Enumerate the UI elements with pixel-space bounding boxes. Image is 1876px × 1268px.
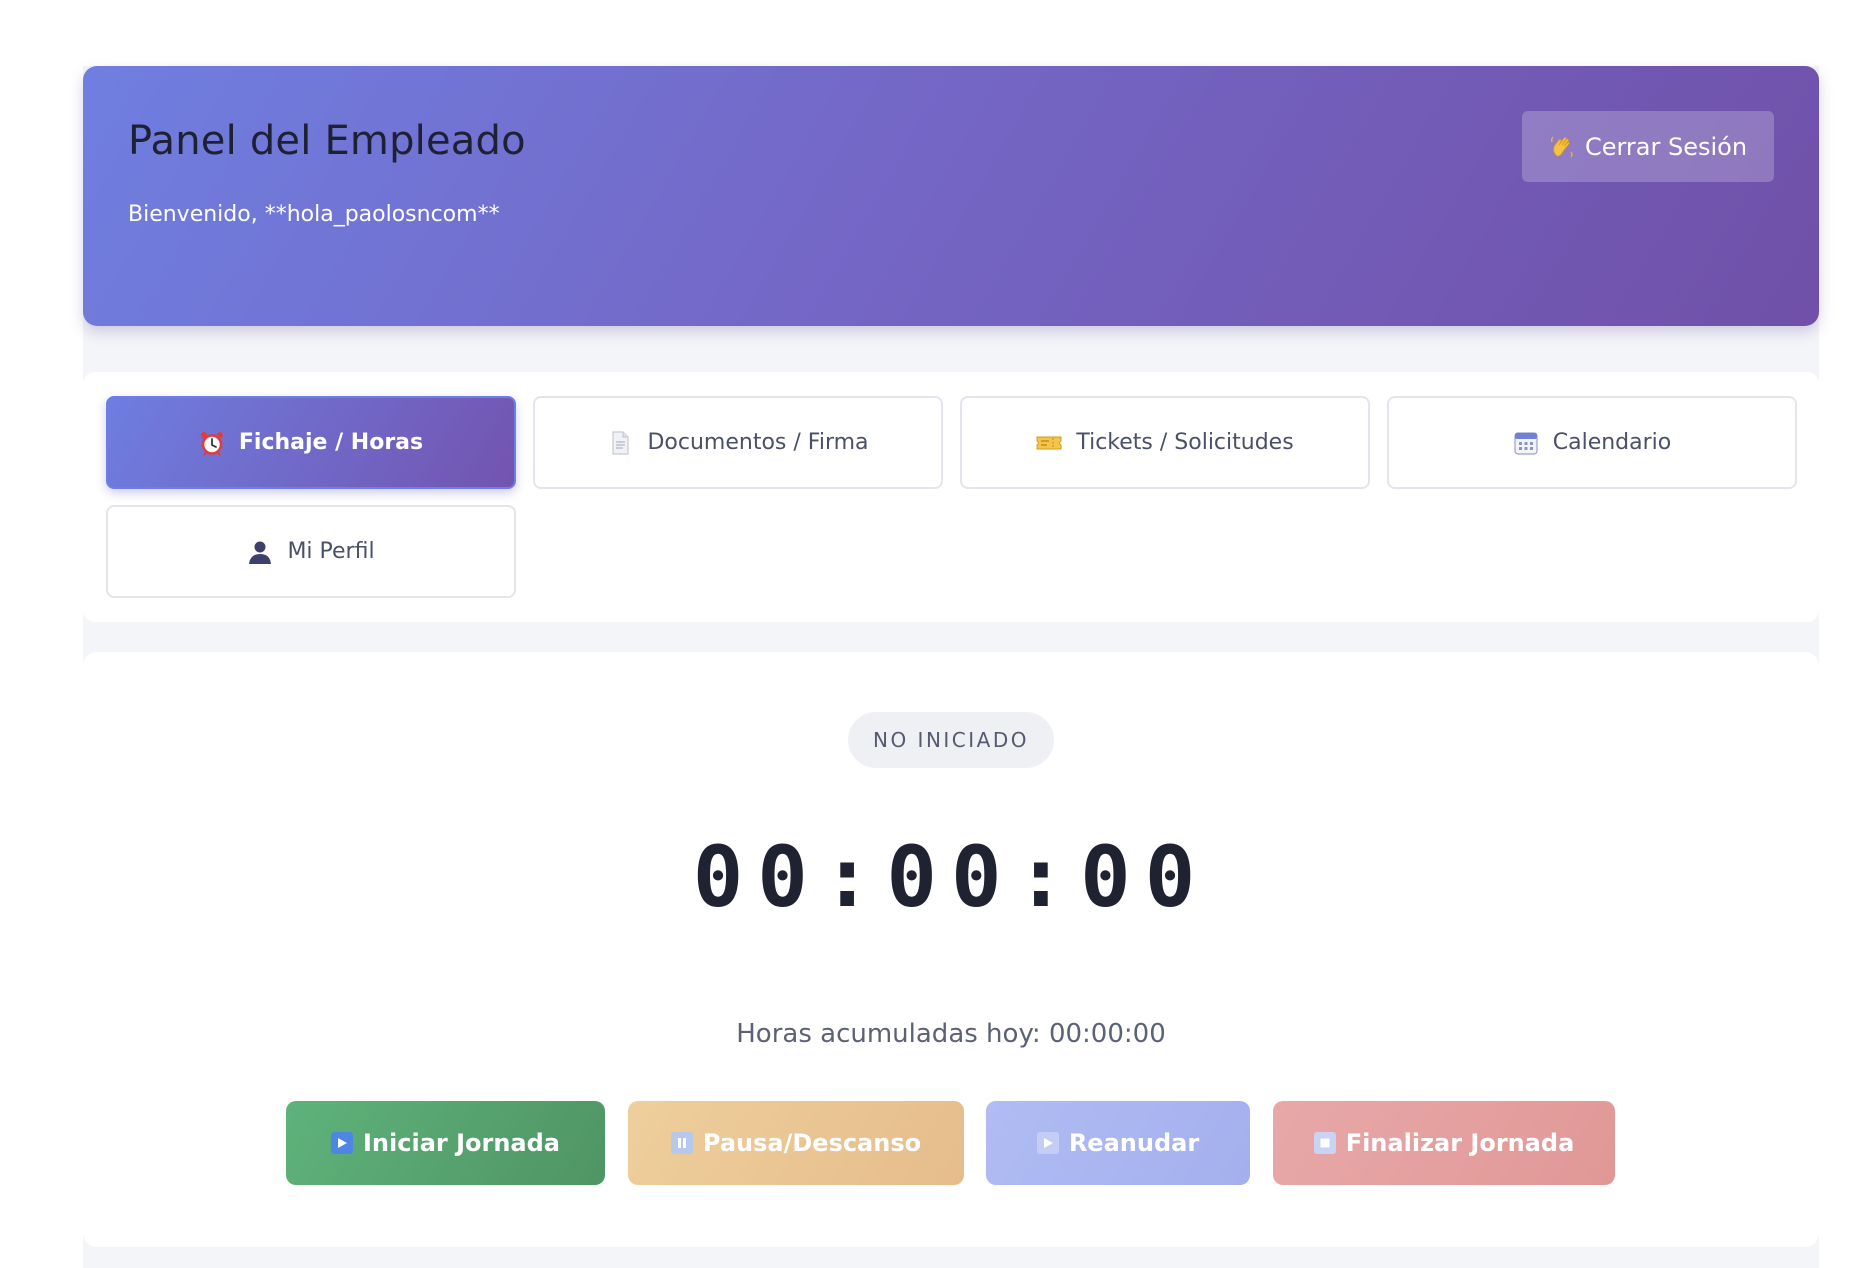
pause-icon xyxy=(670,1132,693,1154)
play-icon xyxy=(1036,1132,1059,1154)
logout-label: Cerrar Sesión xyxy=(1584,132,1748,161)
start-shift-label: Iniciar Jornada xyxy=(363,1129,560,1157)
user-silhouette-icon xyxy=(247,539,273,565)
document-icon xyxy=(607,430,633,456)
section-tabs: Fichaje / Horas Documentos / Firma Ticke… xyxy=(83,372,1819,622)
pause-break-button[interactable]: Pausa/Descanso xyxy=(628,1101,964,1185)
tab-label: Fichaje / Horas xyxy=(238,430,424,455)
tab-fichaje-horas[interactable]: Fichaje / Horas xyxy=(106,396,516,489)
finish-shift-label: Finalizar Jornada xyxy=(1345,1129,1575,1157)
tab-label: Mi Perfil xyxy=(287,539,375,564)
tab-label: Calendario xyxy=(1552,430,1672,455)
tab-calendario[interactable]: Calendario xyxy=(1387,396,1797,489)
calendar-icon xyxy=(1513,430,1539,456)
tab-documentos-firma[interactable]: Documentos / Firma xyxy=(533,396,943,489)
welcome-message: Bienvenido, **hola_paolosncom** xyxy=(128,202,500,227)
timer-display: 00:00:00 xyxy=(692,828,1210,926)
dashboard-header: Panel del Empleado Bienvenido, **hola_pa… xyxy=(83,66,1819,326)
tab-label: Documentos / Firma xyxy=(647,430,869,455)
time-tracking-panel: NO INICIADO 00:00:00 Horas acumuladas ho… xyxy=(83,652,1819,1247)
ticket-icon xyxy=(1036,430,1062,456)
tab-mi-perfil[interactable]: Mi Perfil xyxy=(106,505,516,598)
accumulated-hours: Horas acumuladas hoy: 00:00:00 xyxy=(736,1019,1166,1049)
waving-hand-icon xyxy=(1549,134,1575,160)
stop-icon xyxy=(1313,1132,1336,1154)
tab-label: Tickets / Solicitudes xyxy=(1076,430,1294,455)
status-badge: NO INICIADO xyxy=(848,712,1054,768)
play-icon xyxy=(331,1132,353,1154)
alarm-clock-icon xyxy=(199,430,225,456)
resume-button[interactable]: Reanudar xyxy=(986,1101,1250,1185)
pause-break-label: Pausa/Descanso xyxy=(702,1129,922,1157)
resume-label: Reanudar xyxy=(1068,1129,1200,1157)
start-shift-button[interactable]: Iniciar Jornada xyxy=(286,1101,605,1185)
tab-tickets-solicitudes[interactable]: Tickets / Solicitudes xyxy=(960,396,1370,489)
finish-shift-button[interactable]: Finalizar Jornada xyxy=(1273,1101,1615,1185)
page-title: Panel del Empleado xyxy=(128,118,526,164)
logout-button[interactable]: Cerrar Sesión xyxy=(1522,111,1774,182)
